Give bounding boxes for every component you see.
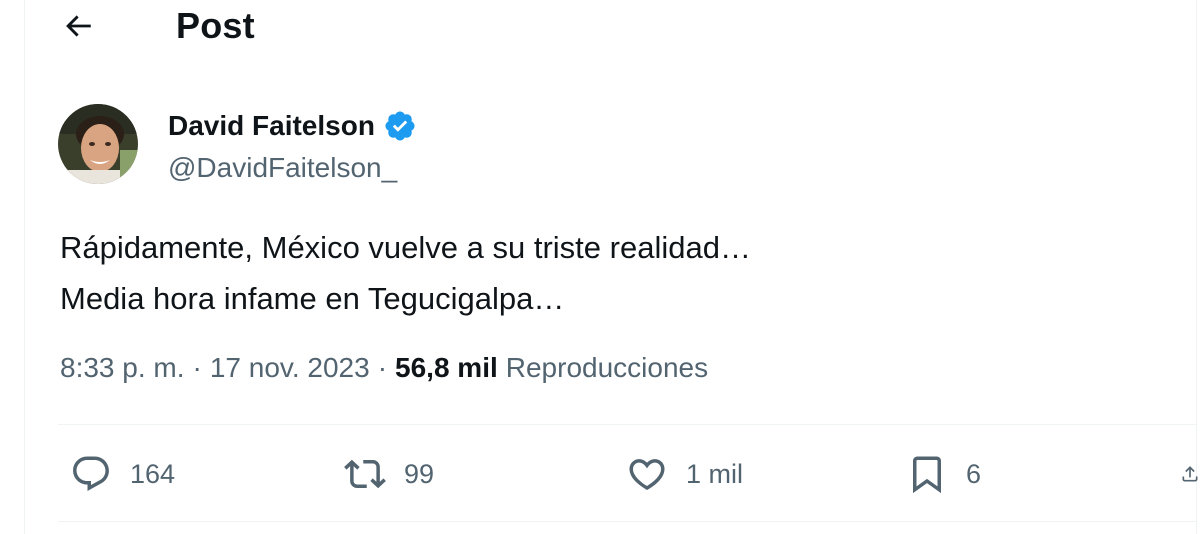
bookmark-count: 6 xyxy=(966,458,982,489)
post-text: Rápidamente, México vuelve a su triste r… xyxy=(60,222,751,324)
retweet-icon xyxy=(344,459,386,489)
avatar[interactable] xyxy=(58,104,138,184)
like-count: 1 mil xyxy=(686,458,744,489)
column-border-left xyxy=(24,0,25,534)
reply-button[interactable]: 164 xyxy=(70,452,175,496)
retweet-count: 99 xyxy=(404,458,435,489)
bookmark-button[interactable]: 6 xyxy=(906,452,981,496)
post-date[interactable]: 17 nov. 2023 xyxy=(210,352,370,384)
reply-count: 164 xyxy=(130,458,176,489)
post-text-line: Rápidamente, México vuelve a su triste r… xyxy=(60,230,751,265)
share-icon xyxy=(1182,466,1198,482)
views-label: Reproducciones xyxy=(505,352,709,383)
bookmark-icon xyxy=(913,456,941,494)
meta-separator: · xyxy=(377,352,388,383)
verified-badge-icon[interactable] xyxy=(383,109,417,143)
divider xyxy=(58,521,1196,522)
reply-icon xyxy=(73,456,109,491)
page-title: Post xyxy=(176,5,255,46)
arrow-left-icon xyxy=(66,15,91,37)
post-detail-view: Post David Faitelson @DavidFaitelson_ Rá… xyxy=(0,0,1200,534)
post-text-line: Media hora infame en Tegucigalpa… xyxy=(60,281,565,316)
author-handle[interactable]: @DavidFaitelson_ xyxy=(168,152,397,184)
share-button[interactable] xyxy=(1180,452,1200,496)
heart-icon xyxy=(629,459,665,491)
avatar-image xyxy=(58,104,138,184)
page-header: Post xyxy=(25,0,1196,56)
post-meta: 8:33 p. m. · 17 nov. 2023 · 56,8 mil Rep… xyxy=(60,352,708,384)
back-button[interactable] xyxy=(56,4,100,48)
divider xyxy=(58,424,1196,425)
like-button[interactable]: 1 mil xyxy=(626,452,743,496)
views-count: 56,8 mil xyxy=(395,352,498,383)
author-name[interactable]: David Faitelson xyxy=(168,110,375,142)
meta-separator: · xyxy=(192,352,202,383)
retweet-button[interactable]: 99 xyxy=(344,452,434,496)
post-time[interactable]: 8:33 p. m. xyxy=(60,352,185,384)
author-name-row: David Faitelson xyxy=(168,108,417,144)
